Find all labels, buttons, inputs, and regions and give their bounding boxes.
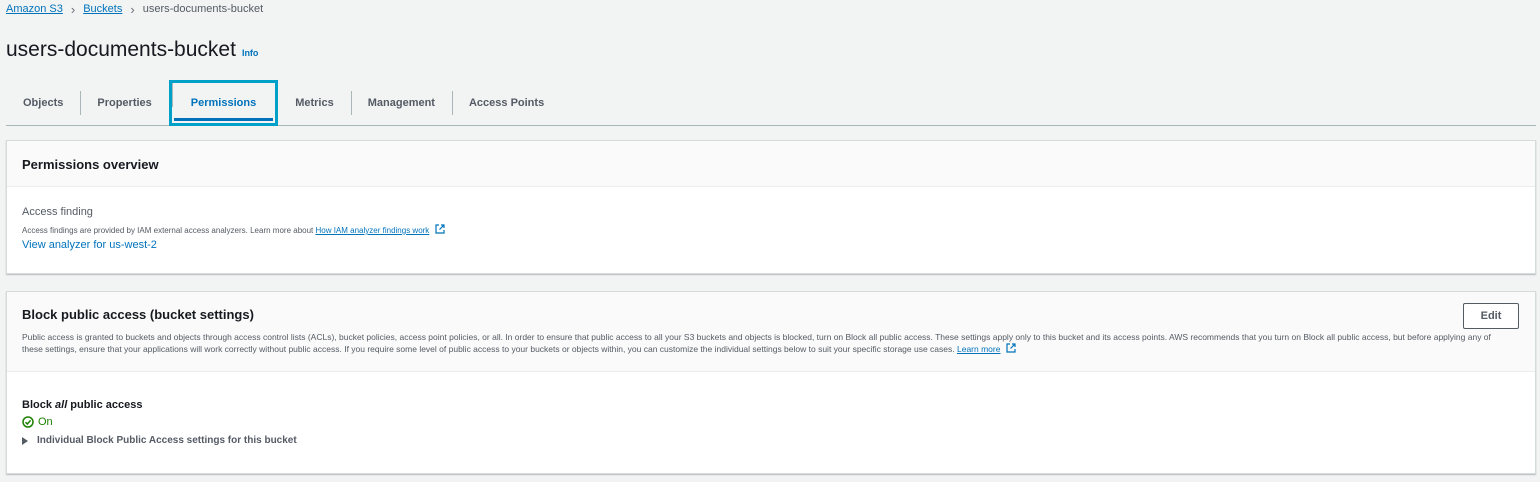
access-finding-text: Access findings are provided by IAM exte… xyxy=(22,226,316,235)
caret-right-icon xyxy=(22,436,28,445)
tab-properties[interactable]: Properties xyxy=(80,90,168,115)
breadcrumb: Amazon S3 › Buckets › users-documents-bu… xyxy=(6,1,264,17)
status-indicator: On xyxy=(22,416,1520,428)
label-suffix: public access xyxy=(67,399,143,411)
chevron-right-icon: › xyxy=(130,1,135,17)
access-finding-label: Access finding xyxy=(22,206,93,218)
breadcrumb-current: users-documents-bucket xyxy=(142,3,264,15)
tab-objects[interactable]: Objects xyxy=(6,91,80,115)
panel-body: Access finding Access findings are provi… xyxy=(7,187,1535,272)
panel-body: Block all public access On Individual Bl… xyxy=(7,372,1535,473)
tab-access-points[interactable]: Access Points xyxy=(451,90,561,115)
permissions-overview-panel: Permissions overview Access finding Acce… xyxy=(6,140,1536,274)
block-public-access-title: Block public access (bucket settings) xyxy=(22,307,254,322)
individual-settings-expander[interactable]: Individual Block Public Access settings … xyxy=(22,435,1520,446)
label-prefix: Block xyxy=(22,399,56,411)
tab-metrics[interactable]: Metrics xyxy=(278,91,351,115)
info-link[interactable]: Info xyxy=(242,48,259,58)
panel-header: Block public access (bucket settings) Ed… xyxy=(7,292,1535,372)
tab-management[interactable]: Management xyxy=(350,90,452,115)
tab-permissions[interactable]: Permissions xyxy=(168,79,279,126)
block-all-public-access-label: Block all public access xyxy=(22,399,1520,411)
tab-bar: Objects Properties Permissions Metrics M… xyxy=(6,79,1536,126)
breadcrumb-amazon-s3[interactable]: Amazon S3 xyxy=(6,3,63,15)
chevron-right-icon: › xyxy=(70,1,76,17)
bucket-name: users-documents-bucket xyxy=(6,38,236,61)
status-text: On xyxy=(38,416,53,428)
permissions-overview-title: Permissions overview xyxy=(22,157,159,172)
expander-label: Individual Block Public Access settings … xyxy=(37,435,297,446)
block-public-access-description: Public access is granted to buckets and … xyxy=(22,331,1502,355)
page-title: users-documents-bucket Info xyxy=(6,38,258,62)
edit-button[interactable]: Edit xyxy=(1463,303,1519,329)
description-text: Public access is granted to buckets and … xyxy=(22,332,1491,354)
check-circle-icon xyxy=(22,416,34,428)
label-emphasis: all xyxy=(55,399,68,411)
external-link-icon[interactable] xyxy=(434,224,445,234)
breadcrumb-buckets[interactable]: Buckets xyxy=(83,3,122,15)
block-public-access-panel: Block public access (bucket settings) Ed… xyxy=(6,291,1536,474)
panel-header: Permissions overview xyxy=(7,141,1535,187)
access-finding-description: Access findings are provided by IAM exte… xyxy=(22,224,1520,235)
learn-more-link[interactable]: Learn more xyxy=(957,344,1000,354)
iam-analyzer-findings-link[interactable]: How IAM analyzer findings work xyxy=(315,226,429,235)
external-link-icon[interactable] xyxy=(1006,343,1016,353)
view-analyzer-link[interactable]: View analyzer for us-west-2 xyxy=(22,239,157,251)
